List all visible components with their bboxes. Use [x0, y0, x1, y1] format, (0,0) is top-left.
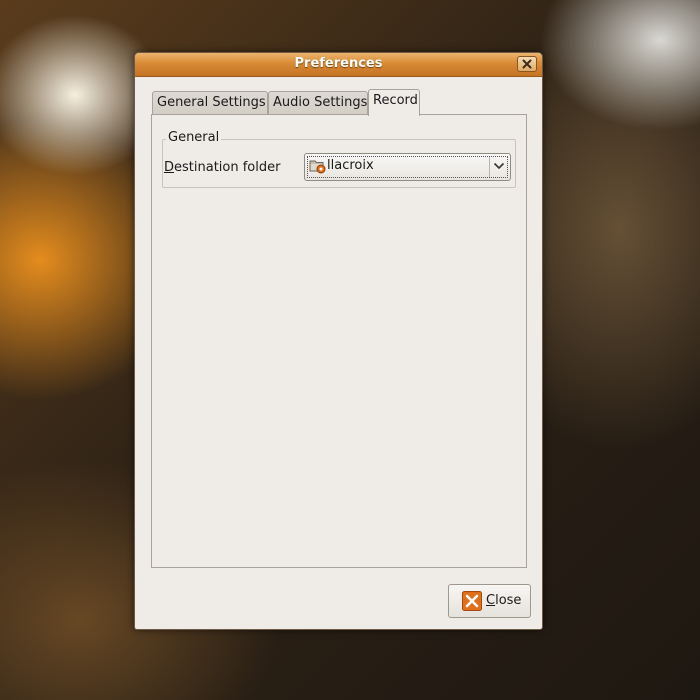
tab-general-settings[interactable]: General Settings	[152, 91, 268, 114]
window-close-button[interactable]	[517, 56, 537, 72]
tab-label: General Settings	[157, 95, 266, 110]
tab-label: Audio Settings	[273, 95, 368, 110]
general-frame-title: General	[166, 130, 222, 145]
close-x-icon	[462, 591, 482, 611]
destination-folder-value: llacroix	[327, 158, 374, 173]
destination-label-mnemonic: D	[164, 160, 175, 175]
chevron-down-icon	[493, 162, 505, 170]
preferences-dialog: Preferences General Settings Audio Setti…	[134, 52, 543, 630]
tab-audio-settings[interactable]: Audio Settings	[268, 91, 368, 114]
window-title: Preferences	[294, 56, 383, 71]
destination-label-text: estination folder	[174, 160, 281, 175]
destination-folder-combobox[interactable]: llacroix	[304, 153, 511, 181]
destination-folder-label: Destination folder	[164, 160, 280, 175]
combobox-separator	[489, 157, 490, 177]
tab-label: Record	[373, 93, 418, 108]
close-label-mnemonic: C	[486, 593, 496, 608]
record-tab-panel: General Destination folder llacroix	[151, 114, 527, 568]
close-label-text: lose	[495, 593, 522, 608]
folder-home-icon	[309, 160, 326, 174]
tab-record[interactable]: Record	[368, 89, 420, 116]
close-button[interactable]: Close	[448, 584, 531, 618]
close-button-label: Close	[486, 593, 521, 608]
title-bar[interactable]: Preferences	[135, 53, 542, 77]
close-icon	[522, 59, 532, 69]
